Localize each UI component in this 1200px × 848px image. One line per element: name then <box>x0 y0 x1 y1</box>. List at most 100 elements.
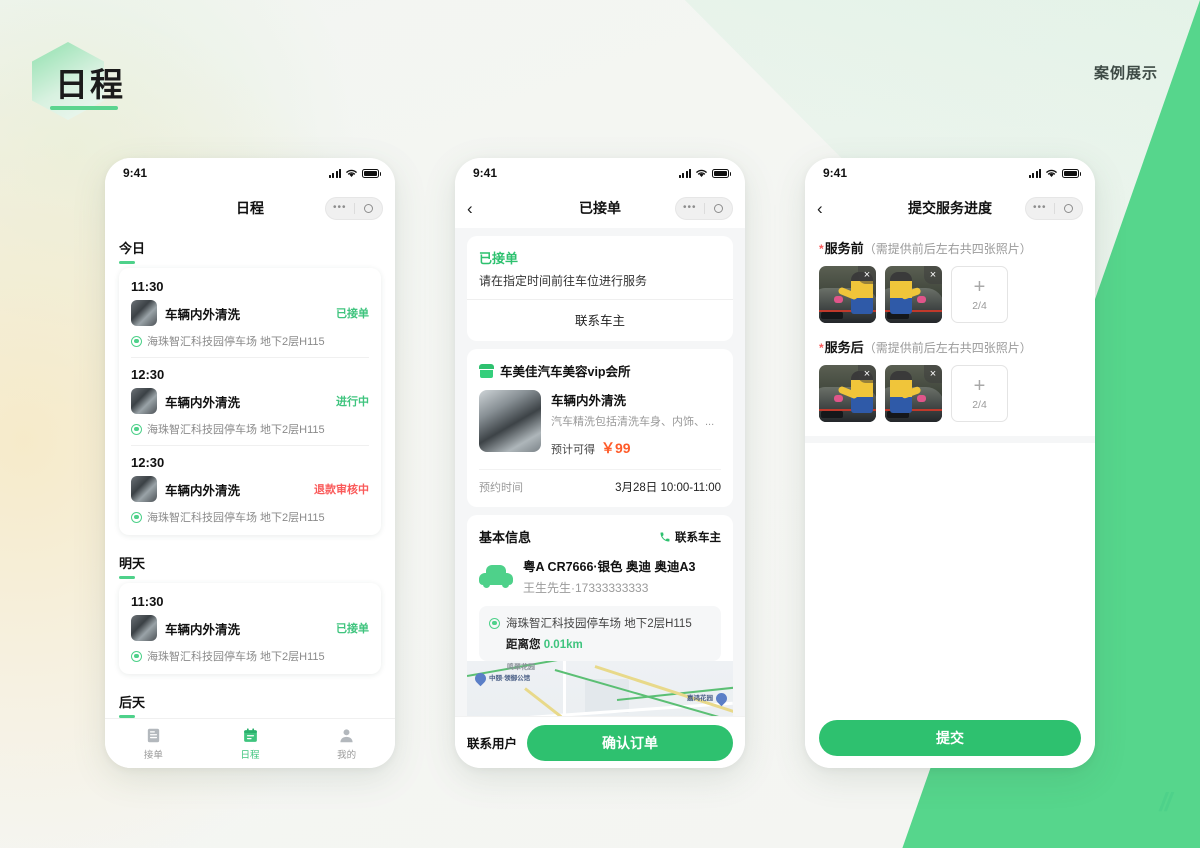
bottom-action-bar: 提交 <box>805 708 1095 768</box>
section-label: * 服务前 （需提供前后左右共四张照片） <box>819 238 1081 257</box>
contact-owner-button[interactable]: 联系车主 <box>659 529 721 545</box>
car-text: 粤A CR7666·银色 奥迪 奥迪A3 王生先生·17333333333 <box>523 556 696 596</box>
job-main-row: 车辆内外清洗 已接单 <box>131 615 369 641</box>
nav-bar: ‹ 提交服务进度 ••• <box>805 188 1095 228</box>
map-poi-label: 嘉鸿花园 <box>687 694 713 702</box>
map-poi: 嘉鸿花园 <box>687 690 730 707</box>
tab-orders[interactable]: 接单 <box>105 727 202 761</box>
slashes-decoration: // <box>1159 787 1173 817</box>
photo-count: 2/4 <box>972 399 987 411</box>
shop-row[interactable]: 车美佳汽车美容vip会所 <box>479 361 721 380</box>
address-box[interactable]: 海珠智汇科技园停车场 地下2层H115 距离您 0.01km <box>479 606 721 661</box>
job-status-badge: 已接单 <box>336 623 369 635</box>
miniprogram-capsule[interactable]: ••• <box>1025 196 1083 220</box>
status-icons <box>679 168 731 178</box>
job-status-badge: 进行中 <box>336 396 369 408</box>
job-location-row: 海珠智汇科技园停车场 地下2层H115 <box>131 648 369 664</box>
battery-icon <box>712 168 731 178</box>
status-icons <box>329 168 381 178</box>
day-underline <box>119 576 135 579</box>
order-product-card: 车美佳汽车美容vip会所 车辆内外清洗 汽车精洗包括清洗车身、内饰、... 预计… <box>467 349 733 507</box>
close-circle-icon[interactable] <box>355 203 383 213</box>
uploaded-photo[interactable]: × <box>885 365 942 422</box>
contact-owner-link[interactable]: 联系车主 <box>479 300 721 329</box>
phone1-screen: 今日 11:30 车辆内外清洗 已接单 海珠智汇科技园停车场 地下2层H115 12:30… <box>105 228 395 718</box>
uploaded-photo[interactable]: × <box>819 365 876 422</box>
tab-profile[interactable]: 我的 <box>298 727 395 761</box>
wifi-icon <box>696 169 707 177</box>
job-time: 11:30 <box>131 594 164 609</box>
location-pin-icon <box>131 650 142 662</box>
miniprogram-capsule[interactable]: ••• <box>325 196 383 220</box>
close-circle-icon[interactable] <box>1055 203 1083 213</box>
uploaded-photo[interactable]: × <box>885 266 942 323</box>
submit-button[interactable]: 提交 <box>819 720 1081 756</box>
status-time: 9:41 <box>823 166 848 180</box>
more-icon[interactable]: ••• <box>1026 203 1054 213</box>
job-main-row: 车辆内外清洗 退款审核中 <box>131 476 369 502</box>
day-label: 明天 <box>119 556 146 571</box>
add-photo-button[interactable]: +2/4 <box>951 365 1008 422</box>
confirm-order-button[interactable]: 确认订单 <box>527 724 733 761</box>
uploaded-photo[interactable]: × <box>819 266 876 323</box>
schedule-job-item[interactable]: 12:30 车辆内外清洗 退款审核中 海珠智汇科技园停车场 地下2层H115 <box>131 446 369 533</box>
contact-owner-label: 联系车主 <box>675 531 721 544</box>
remove-photo-icon[interactable]: × <box>858 266 876 284</box>
calendar-icon <box>202 727 299 745</box>
remove-photo-icon[interactable]: × <box>924 365 942 383</box>
battery-icon <box>1062 168 1081 178</box>
battery-icon <box>362 168 381 178</box>
orders-icon <box>105 727 202 745</box>
phone3-screen: * 服务前 （需提供前后左右共四张照片） × × +2/4 * 服务后 （需提供前后左右共四张照… <box>805 228 1095 708</box>
section-hint: （需提供前后左右共四张照片） <box>863 242 1032 256</box>
job-location: 海珠智汇科技园停车场 地下2层H115 <box>147 512 325 524</box>
day-label: 后天 <box>119 695 146 710</box>
car-owner: 王生先生·17333333333 <box>523 581 649 595</box>
schedule-job-item[interactable]: 11:30 车辆内外清洗 已接单 海珠智汇科技园停车场 地下2层H115 <box>131 270 369 358</box>
page-title: 日程 <box>55 66 125 103</box>
job-location-row: 海珠智汇科技园停车场 地下2层H115 <box>131 421 369 437</box>
miniprogram-capsule[interactable]: ••• <box>675 196 733 220</box>
close-circle-icon[interactable] <box>705 203 733 213</box>
location-pin-icon <box>131 511 142 523</box>
more-icon[interactable]: ••• <box>676 203 704 213</box>
map-marker-icon <box>713 690 730 707</box>
wifi-icon <box>346 169 357 177</box>
required-star: * <box>819 242 824 256</box>
day-underline <box>119 715 135 718</box>
tab-calendar[interactable]: 日程 <box>202 727 299 761</box>
back-arrow-icon[interactable]: ‹ <box>467 200 489 217</box>
job-location-row: 海珠智汇科技园停车场 地下2层H115 <box>131 509 369 525</box>
order-status-title: 已接单 <box>479 251 519 266</box>
remove-photo-icon[interactable]: × <box>924 266 942 284</box>
product-description: 汽车精洗包括清洗车身、内饰、... <box>551 416 715 428</box>
nav-bar: ‹ 已接单 ••• <box>455 188 745 228</box>
upload-section: * 服务后 （需提供前后左右共四张照片） × × +2/4 <box>819 337 1081 422</box>
map-poi: 中颐·领御公馆 <box>472 670 530 687</box>
shop-icon <box>479 363 494 378</box>
remove-photo-icon[interactable]: × <box>858 365 876 383</box>
schedule-job-item[interactable]: 11:30 车辆内外清洗 已接单海珠智汇科技园停车场 地下2层H115 <box>131 585 369 672</box>
appointment-row: 预约时间 3月28日 10:00-11:00 <box>479 469 721 495</box>
order-status-card: 已接单 请在指定时间前往车位进行服务 联系车主 <box>467 236 733 341</box>
schedule-job-item[interactable]: 12:30 车辆内外清洗 进行中 海珠智汇科技园停车场 地下2层H115 <box>131 358 369 446</box>
phone-icon <box>660 532 670 541</box>
location-pin-icon <box>131 335 142 347</box>
map-preview[interactable]: 中颐·领御公馆 新·金海珠 千玺小区 嘉鸿花园 鸣翠花园 青创城 第三金碧花园 <box>467 661 733 716</box>
product-row: 车辆内外清洗 汽车精洗包括清洗车身、内饰、... 预计可得 ￥99 <box>479 390 721 458</box>
schedule-card: 11:30 车辆内外清洗 已接单 海珠智汇科技园停车场 地下2层H115 12:30 车辆… <box>119 268 381 535</box>
car-row: 粤A CR7666·银色 奥迪 奥迪A3 王生先生·17333333333 <box>479 556 721 596</box>
signal-icon <box>679 168 691 178</box>
bottom-action-bar: 联系用户 确认订单 <box>455 716 745 768</box>
phone-order-detail: 9:41 ‹ 已接单 ••• 已接单 请在指定时间前往车位进行服务 联系车主 车… <box>455 158 745 768</box>
plus-icon: + <box>973 375 986 397</box>
tab-label: 接单 <box>143 749 163 761</box>
more-icon[interactable]: ••• <box>326 203 354 213</box>
section-divider <box>805 436 1095 443</box>
back-arrow-icon[interactable]: ‹ <box>817 200 839 217</box>
job-name: 车辆内外清洗 <box>165 483 241 498</box>
profile-icon <box>298 727 395 745</box>
phone-submit-progress: 9:41 ‹ 提交服务进度 ••• * 服务前 （需提供前后左右共四张照片） × × +2… <box>805 158 1095 768</box>
add-photo-button[interactable]: +2/4 <box>951 266 1008 323</box>
contact-user-button[interactable]: 联系用户 <box>467 733 517 752</box>
